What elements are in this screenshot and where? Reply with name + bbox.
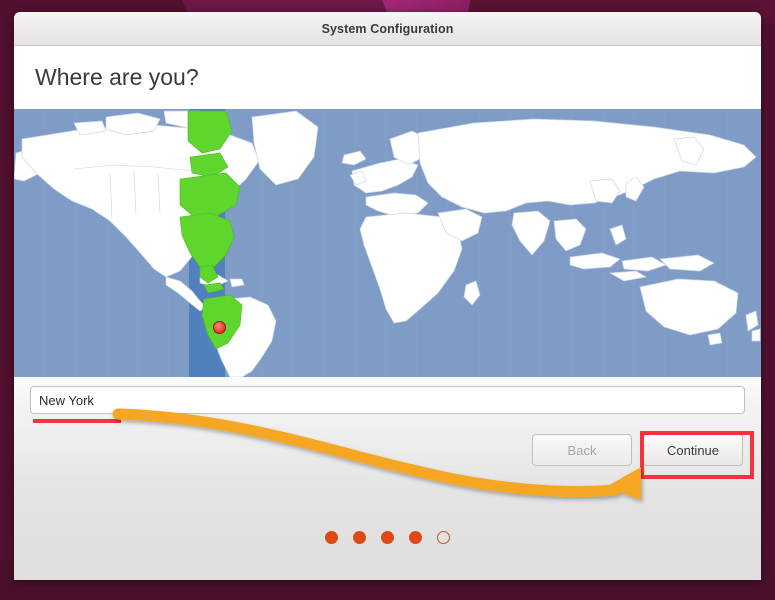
window-titlebar: System Configuration bbox=[14, 12, 761, 46]
lower-panel: Back Continue bbox=[14, 377, 761, 580]
progress-dot bbox=[381, 531, 394, 544]
location-marker-icon bbox=[213, 321, 226, 334]
system-configuration-window: System Configuration Where are you? New … bbox=[14, 12, 761, 580]
progress-dot bbox=[437, 531, 450, 544]
window-title: System Configuration bbox=[321, 21, 454, 36]
progress-dot bbox=[353, 531, 366, 544]
page-title: Where are you? bbox=[35, 64, 199, 90]
progress-dot bbox=[325, 531, 338, 544]
navigation-buttons: Back Continue bbox=[532, 434, 743, 466]
timezone-input[interactable] bbox=[30, 386, 745, 414]
progress-dot bbox=[409, 531, 422, 544]
continue-button[interactable]: Continue bbox=[643, 434, 743, 466]
desktop-background: System Configuration Where are you? New … bbox=[0, 0, 775, 600]
world-map-svg bbox=[14, 109, 761, 377]
page-header: Where are you? bbox=[14, 46, 761, 109]
timezone-entry-row bbox=[14, 377, 761, 414]
back-button[interactable]: Back bbox=[532, 434, 632, 466]
progress-dots bbox=[14, 531, 761, 544]
timezone-map[interactable] bbox=[14, 109, 761, 377]
